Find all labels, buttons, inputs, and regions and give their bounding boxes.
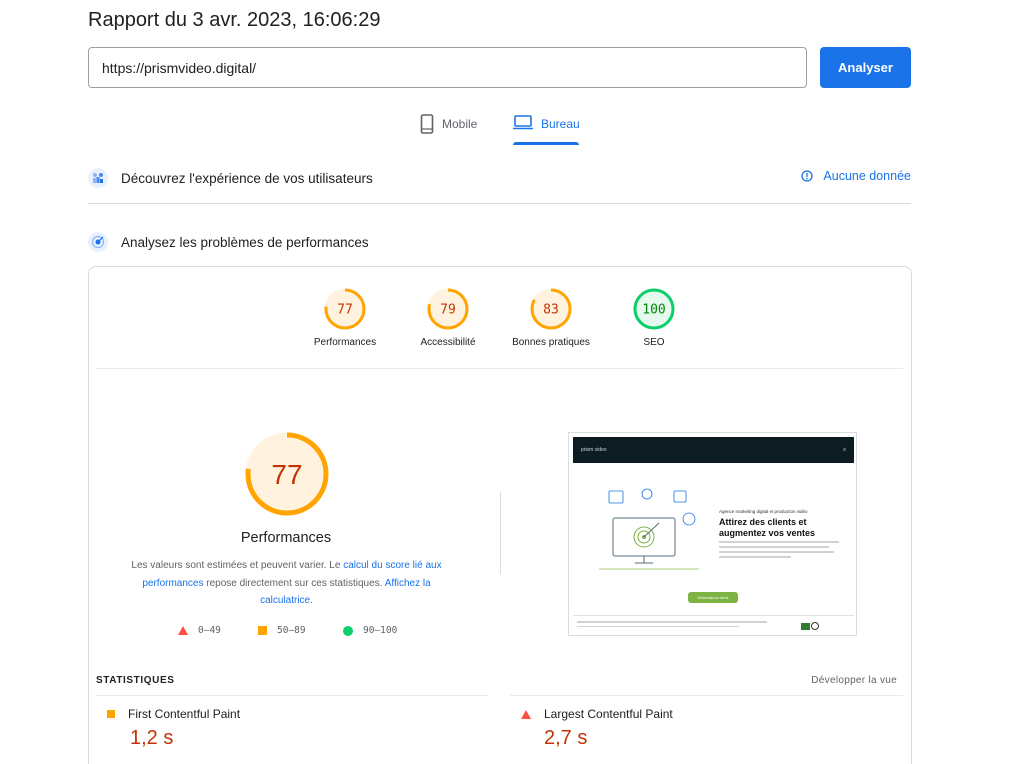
gauge-label: Accessibilité <box>420 337 476 348</box>
triangle-icon <box>178 626 188 635</box>
metric-fcp: First Contentful Paint 1,2 s <box>96 695 489 764</box>
circle-icon <box>343 625 353 636</box>
fail-triangle-icon <box>521 709 531 719</box>
screenshot-headline: Attirez des clients et augmentez vos ven… <box>719 517 816 538</box>
legend-average: 50–89 <box>258 625 306 636</box>
desc-text-1: Les valeurs sont estimées et peuvent var… <box>131 560 344 571</box>
page-screenshot: prism video ≡ Agence marketing digital e… <box>568 432 857 636</box>
info-icon <box>801 170 814 182</box>
screenshot-footer-text <box>577 621 767 630</box>
screenshot-subheading: Agence marketing digital et production v… <box>719 509 808 514</box>
desc-text-2: repose directement sur ces statistiques. <box>203 577 385 589</box>
gauge-bonnes-pratiques[interactable]: 83 Bonnes pratiques <box>506 287 596 348</box>
screenshot-footer-divider <box>573 615 854 616</box>
big-gauge-score: 77 <box>271 459 302 490</box>
section-divider <box>88 203 911 204</box>
legend-pass: 90–100 <box>343 625 397 636</box>
screenshot-illustration <box>599 488 699 570</box>
legend-average-range: 50–89 <box>277 625 306 636</box>
vertical-divider <box>500 492 501 574</box>
metric-header: Largest Contentful Paint <box>521 707 673 721</box>
tab-desktop-label: Bureau <box>541 117 580 131</box>
gauge-ring: 83 <box>530 288 572 330</box>
tab-mobile-label: Mobile <box>442 117 478 131</box>
legend-fail-range: 0–49 <box>198 625 221 636</box>
big-gauge: 77 <box>244 431 330 517</box>
analyze-button[interactable]: Analyser <box>820 47 911 88</box>
gauge-score: 79 <box>440 303 456 318</box>
big-gauge-ring: 77 <box>245 432 329 516</box>
card-divider <box>96 368 903 369</box>
metric-lcp: Largest Contentful Paint 2,7 s <box>510 695 903 764</box>
screenshot-cta: Demandez un devis <box>688 592 738 603</box>
gauge-ring: 77 <box>324 288 366 330</box>
metric-value: 2,7 s <box>544 727 588 749</box>
no-data-link[interactable]: Aucune donnée <box>801 169 911 183</box>
metric-header: First Contentful Paint <box>107 707 240 721</box>
legend-pass-range: 90–100 <box>363 625 398 636</box>
gauge-label: SEO <box>643 337 665 348</box>
screenshot-footer-widget <box>797 622 819 630</box>
gauge-accessibilite[interactable]: 79 Accessibilité <box>413 287 483 348</box>
analysis-section: Analysez les problèmes de performances <box>88 230 911 254</box>
performance-title: Performances <box>240 530 332 546</box>
legend-fail: 0–49 <box>178 625 221 636</box>
report-title: Rapport du 3 avr. 2023, 16:06:29 <box>88 9 381 31</box>
menu-icon: ≡ <box>843 447 846 453</box>
experience-label: Découvrez l'expérience de vos utilisateu… <box>121 170 373 186</box>
laptop-icon <box>513 115 533 130</box>
screenshot-paragraph <box>719 541 839 561</box>
square-icon <box>258 626 267 635</box>
screenshot-brand: prism video <box>581 447 607 453</box>
gauge-label: Bonnes pratiques <box>512 337 590 348</box>
smartphone-icon <box>420 114 434 134</box>
gauge-score: 83 <box>543 303 559 318</box>
metric-value: 1,2 s <box>130 727 174 749</box>
tab-mobile[interactable]: Mobile <box>420 114 477 148</box>
no-data-label: Aucune donnée <box>823 169 911 183</box>
stats-title: STATISTIQUES <box>96 675 175 686</box>
gauge-ring: 79 <box>427 288 469 330</box>
experience-section: Découvrez l'expérience de vos utilisateu… <box>88 166 911 190</box>
average-square-icon <box>107 710 115 718</box>
gauge-score: 100 <box>642 303 665 318</box>
gauge-performances[interactable]: 77 Performances <box>310 287 380 348</box>
gauge-ring: 100 <box>633 288 675 330</box>
screenshot-navbar: prism video ≡ <box>573 437 854 463</box>
diagnose-icon <box>88 232 108 252</box>
widget-badge-icon <box>801 622 810 630</box>
analysis-label: Analysez les problèmes de performances <box>121 234 369 250</box>
gauge-score: 77 <box>337 303 353 318</box>
gauge-label: Performances <box>313 337 377 348</box>
users-experience-icon <box>88 168 108 188</box>
expand-view-link[interactable]: Développer la vue <box>811 675 897 686</box>
performance-description: Les valeurs sont estimées et peuvent var… <box>124 557 449 610</box>
tab-active-underline <box>513 142 579 145</box>
widget-circle-icon <box>810 622 819 630</box>
gauge-seo[interactable]: 100 SEO <box>619 287 689 348</box>
metric-label: Largest Contentful Paint <box>544 707 673 721</box>
metric-label: First Contentful Paint <box>128 707 241 721</box>
url-input[interactable] <box>88 47 807 88</box>
